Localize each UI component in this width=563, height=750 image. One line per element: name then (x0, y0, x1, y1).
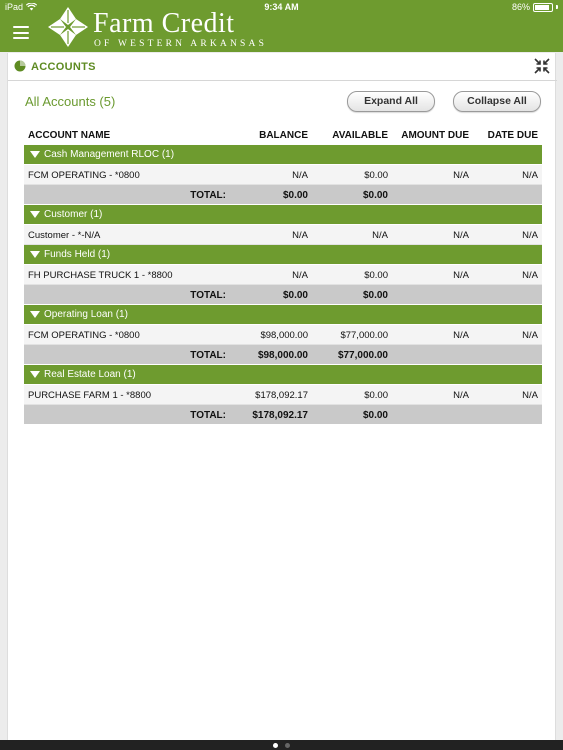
col-available: AVAILABLE (332, 130, 388, 141)
available: $0.00 (364, 170, 388, 181)
total-label: TOTAL: (190, 290, 226, 301)
available: $0.00 (364, 390, 388, 401)
page-dot-active[interactable] (273, 743, 278, 748)
group-label: Customer (1) (44, 209, 103, 220)
total-balance: $0.00 (282, 190, 308, 201)
col-balance: BALANCE (259, 130, 308, 141)
total-row: TOTAL: $178,092.17 $0.00 (24, 405, 542, 425)
balance: $98,000.00 (260, 330, 308, 341)
section-title: ACCOUNTS (31, 61, 96, 73)
group-label: Real Estate Loan (1) (44, 369, 136, 380)
date-due: N/A (522, 330, 538, 341)
total-available: $77,000.00 (337, 350, 388, 361)
available: $0.00 (364, 270, 388, 281)
group-header[interactable]: Customer (1) (24, 205, 542, 224)
total-label: TOTAL: (190, 350, 226, 361)
account-name: Customer - *-N/A (28, 230, 101, 241)
account-name: FH PURCHASE TRUCK 1 - *8800 (28, 270, 173, 281)
page-dot[interactable] (285, 743, 290, 748)
amount-due: N/A (453, 170, 469, 181)
total-row: TOTAL: $0.00 $0.00 (24, 185, 542, 205)
group-header[interactable]: Operating Loan (1) (24, 305, 542, 324)
accounts-table: ACCOUNT NAME BALANCE AVAILABLE AMOUNT DU… (24, 127, 542, 425)
brand-subtitle: OF WESTERN ARKANSAS (94, 39, 268, 49)
collapse-all-button[interactable]: Collapse All (453, 91, 541, 112)
total-balance: $98,000.00 (257, 350, 308, 361)
expand-all-button[interactable]: Expand All (347, 91, 435, 112)
amount-due: N/A (453, 330, 469, 341)
group-header[interactable]: Funds Held (1) (24, 245, 542, 264)
all-accounts-title: All Accounts (5) (25, 94, 116, 109)
total-row: TOTAL: $0.00 $0.00 (24, 285, 542, 305)
amount-due: N/A (453, 270, 469, 281)
available: $77,000.00 (340, 330, 388, 341)
balance: N/A (292, 170, 308, 181)
group-header[interactable]: Cash Management RLOC (1) (24, 145, 542, 164)
triangle-down-icon (30, 371, 40, 378)
pie-chart-icon (14, 60, 26, 72)
table-row[interactable]: FH PURCHASE TRUCK 1 - *8800 N/A $0.00 N/… (24, 265, 542, 285)
battery-icon (533, 2, 553, 12)
col-amount-due: AMOUNT DUE (401, 130, 469, 141)
amount-due: N/A (453, 230, 469, 241)
total-available: $0.00 (362, 410, 388, 421)
table-row[interactable]: FCM OPERATING - *0800 N/A $0.00 N/A N/A (24, 165, 542, 185)
group-label: Cash Management RLOC (1) (44, 149, 175, 160)
farm-credit-logo-icon (48, 7, 88, 47)
total-balance: $0.00 (282, 290, 308, 301)
account-name: FCM OPERATING - *0800 (28, 330, 140, 341)
amount-due: N/A (453, 390, 469, 401)
table-header: ACCOUNT NAME BALANCE AVAILABLE AMOUNT DU… (24, 127, 542, 145)
app-header: iPad 9:34 AM 86% Farm Credit OF WESTERN … (0, 0, 563, 52)
section-header: ACCOUNTS (8, 53, 557, 81)
group-label: Funds Held (1) (44, 249, 111, 260)
balance: N/A (292, 230, 308, 241)
triangle-down-icon (30, 151, 40, 158)
collapse-arrows-icon[interactable] (534, 58, 550, 74)
date-due: N/A (522, 270, 538, 281)
group-header[interactable]: Real Estate Loan (1) (24, 365, 542, 384)
account-name: PURCHASE FARM 1 - *8800 (28, 390, 152, 401)
battery-percent: 86% (511, 2, 530, 12)
date-due: N/A (522, 170, 538, 181)
table-row[interactable]: FCM OPERATING - *0800 $98,000.00 $77,000… (24, 325, 542, 345)
available: N/A (372, 230, 388, 241)
balance: $178,092.17 (255, 390, 308, 401)
table-row[interactable]: Customer - *-N/A N/A N/A N/A N/A (24, 225, 542, 245)
hamburger-menu-icon[interactable] (13, 26, 29, 39)
col-date-due: DATE DUE (487, 130, 538, 141)
brand-title: Farm Credit (93, 8, 235, 39)
page-indicator (0, 740, 563, 750)
total-available: $0.00 (362, 290, 388, 301)
accounts-panel: ACCOUNTS All Accounts (5) Expand All Col… (7, 53, 557, 740)
balance: N/A (292, 270, 308, 281)
date-due: N/A (522, 230, 538, 241)
table-row[interactable]: PURCHASE FARM 1 - *8800 $178,092.17 $0.0… (24, 385, 542, 405)
date-due: N/A (522, 390, 538, 401)
account-name: FCM OPERATING - *0800 (28, 170, 140, 181)
col-account-name: ACCOUNT NAME (28, 130, 111, 141)
total-label: TOTAL: (190, 190, 226, 201)
total-balance: $178,092.17 (252, 410, 308, 421)
triangle-down-icon (30, 211, 40, 218)
total-label: TOTAL: (190, 410, 226, 421)
triangle-down-icon (30, 311, 40, 318)
group-label: Operating Loan (1) (44, 309, 128, 320)
total-available: $0.00 (362, 190, 388, 201)
triangle-down-icon (30, 251, 40, 258)
total-row: TOTAL: $98,000.00 $77,000.00 (24, 345, 542, 365)
